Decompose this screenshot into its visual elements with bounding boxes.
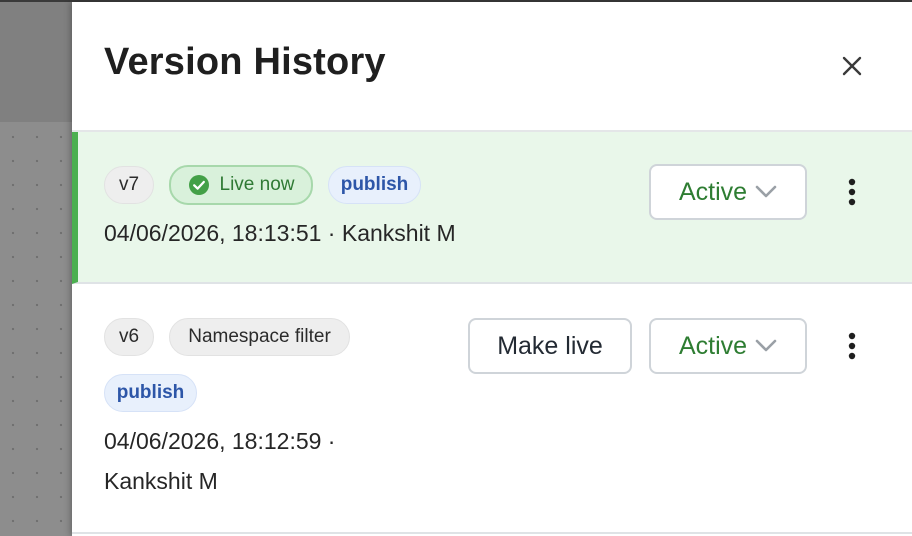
drawer-title: Version History — [104, 41, 386, 83]
namespace-filter-badge: Namespace filter — [169, 318, 350, 356]
version-chip: v7 — [104, 166, 154, 204]
kebab-menu-icon — [848, 178, 856, 206]
kebab-menu-icon — [848, 332, 856, 360]
live-now-badge: Live now — [169, 165, 313, 205]
status-dropdown-label: Active — [678, 331, 748, 360]
close-button[interactable] — [834, 48, 870, 84]
close-icon — [842, 56, 862, 76]
version-chip: v6 — [104, 318, 154, 356]
more-options-button[interactable] — [840, 326, 864, 366]
chevron-down-icon — [755, 339, 777, 352]
status-dropdown[interactable]: Active — [649, 318, 807, 374]
more-options-button[interactable] — [840, 172, 864, 212]
version-timestamp: 04/06/2026, 18:13:51 · Kankshit M — [104, 220, 456, 246]
app-root: Version History v7 Live now publish 04/0… — [0, 0, 912, 536]
publish-badge: publish — [328, 166, 421, 204]
live-now-label: Live now — [219, 174, 295, 195]
version-history-drawer: Version History v7 Live now publish 04/0… — [72, 2, 912, 536]
check-circle-icon — [188, 175, 209, 195]
version-row-v6[interactable]: v6 Namespace filter publish 04/06/2026, … — [72, 286, 912, 534]
make-live-button[interactable]: Make live — [468, 318, 632, 374]
canvas-backdrop-header — [0, 0, 72, 122]
status-dropdown[interactable]: Active — [649, 164, 807, 220]
version-row-v7[interactable]: v7 Live now publish 04/06/2026, 18:13:51… — [72, 132, 912, 284]
publish-badge: publish — [104, 374, 197, 412]
drawer-header: Version History — [72, 2, 912, 132]
status-dropdown-label: Active — [678, 177, 748, 206]
version-timestamp: 04/06/2026, 18:12:59 · — [104, 428, 336, 454]
version-author: Kankshit M — [104, 468, 218, 494]
chevron-down-icon — [755, 185, 777, 198]
